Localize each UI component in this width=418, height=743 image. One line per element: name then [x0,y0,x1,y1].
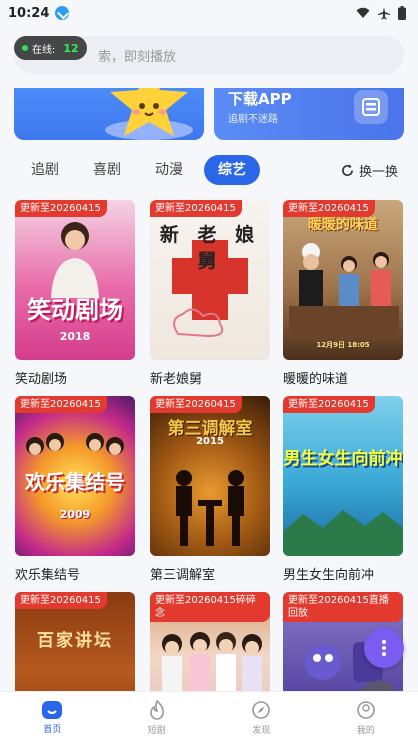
video-card[interactable]: 第三调解室 2015 更新至20260415 第三调解室 [150,396,270,583]
tab-drama[interactable]: 追剧 [14,155,76,185]
poster-image: 第三调解室 2015 更新至20260415 [150,396,270,556]
update-badge: 更新至20260415 [283,396,375,413]
video-title: 暖暖的味道 [283,372,349,387]
download-app-banner[interactable]: 下载APP 追剧不迷路 [214,88,404,140]
nav-profile[interactable]: 我的 [314,692,418,743]
video-title: 第三调解室 [150,568,216,583]
download-app-title: 下载APP [228,90,292,108]
update-badge: 更新至20260415直播回放 [283,592,403,622]
more-vertical-icon [382,640,386,656]
search-placeholder: 索，即刻播放 [98,49,177,65]
poster-image: 暖暖的味道 12月9日 18:05 更新至20260415 [283,200,403,360]
download-app-subtitle: 追剧不迷路 [228,114,278,125]
video-card[interactable]: 笑动剧场 2018 更新至20260415 笑动剧场 [15,200,135,387]
poster-image: 欢乐集结号 2009 更新至20260415 [15,396,135,556]
battery-icon [398,6,406,20]
update-badge: 更新至20260415 [150,396,242,413]
bottom-nav: 首页 短剧 发现 我的 [0,691,418,743]
poster-year: 2009 [59,508,91,521]
app-download-icon [354,90,388,124]
nav-short-drama-label: 短剧 [147,725,166,736]
poster-title-text: 男生女生向前冲 [283,449,403,469]
poster-airtime: 12月9日 18:05 [316,341,370,349]
online-count: 12 [63,41,79,55]
flame-icon [149,699,164,720]
more-options-button[interactable] [364,628,404,668]
refresh-label: 换一换 [358,164,398,180]
tab-anime[interactable]: 动漫 [138,155,200,185]
poster-title-text: 暖暖的味道 [308,217,378,233]
nav-home-label: 首页 [43,724,62,735]
user-icon [356,700,375,719]
nav-discover-label: 发现 [252,725,271,736]
nav-discover[interactable]: 发现 [209,692,314,743]
online-count-badge: 在线: 12 [14,36,87,60]
nav-short-drama[interactable]: 短剧 [105,692,210,743]
app-screen: 10:24 索，即刻播放 在线: 12 下载APP 追剧不迷路 追剧 喜剧 动漫… [0,0,418,743]
poster-year: 2018 [59,330,91,343]
nav-profile-label: 我的 [356,725,375,736]
home-icon [42,700,63,719]
category-tabs: 追剧 喜剧 动漫 综艺 换一换 [14,154,404,186]
poster-title-text: 新 老 娘 舅 [159,224,261,272]
video-title: 男生女生向前冲 [283,568,375,583]
video-card[interactable]: 新 老 娘 舅 更新至20260415 新老娘舅 [150,200,270,387]
poster-image: 男生女生向前冲 更新至20260415 [283,396,403,556]
online-label: 在线: [32,44,56,56]
status-time: 10:24 [8,5,50,21]
star-mascot-icon [105,88,193,140]
poster-title-text: 笑动剧场 [27,296,123,324]
promo-banner[interactable] [14,88,204,140]
video-card[interactable]: 男生女生向前冲 更新至20260415 男生女生向前冲 [283,396,403,583]
video-title: 新老娘舅 [150,372,203,387]
refresh-button[interactable]: 换一换 [341,161,398,180]
video-title: 欢乐集结号 [15,568,81,583]
poster-year: 2015 [196,436,224,447]
update-badge: 更新至20260415 [15,200,107,217]
tab-variety[interactable]: 综艺 [204,155,260,185]
wifi-icon [356,7,370,18]
poster-image: 新 老 娘 舅 更新至20260415 [150,200,270,360]
banner-row: 下载APP 追剧不迷路 [14,88,404,140]
update-badge: 更新至20260415 [150,200,242,217]
update-badge: 更新至20260415 [15,592,107,609]
airplane-icon [378,6,390,19]
video-title: 笑动剧场 [15,372,68,387]
poster-title-text: 欢乐集结号 [25,470,125,494]
refresh-icon [342,163,353,176]
poster-title-text: 百家讲坛 [37,631,113,651]
status-bar: 10:24 [0,0,418,26]
update-badge: 更新至20260415 [15,396,107,413]
poster-image: 笑动剧场 2018 更新至20260415 [15,200,135,360]
update-badge: 更新至20260415 [283,200,375,217]
nav-home[interactable]: 首页 [0,692,105,743]
notification-app-icon [55,6,70,20]
tab-comedy[interactable]: 喜剧 [76,155,138,185]
video-card[interactable]: 欢乐集结号 2009 更新至20260415 欢乐集结号 [15,396,135,583]
online-dot-icon [22,45,28,51]
video-card[interactable]: 暖暖的味道 12月9日 18:05 更新至20260415 暖暖的味道 [283,200,403,387]
update-badge: 更新至20260415碎碎念 [150,592,270,622]
compass-icon [252,700,271,719]
